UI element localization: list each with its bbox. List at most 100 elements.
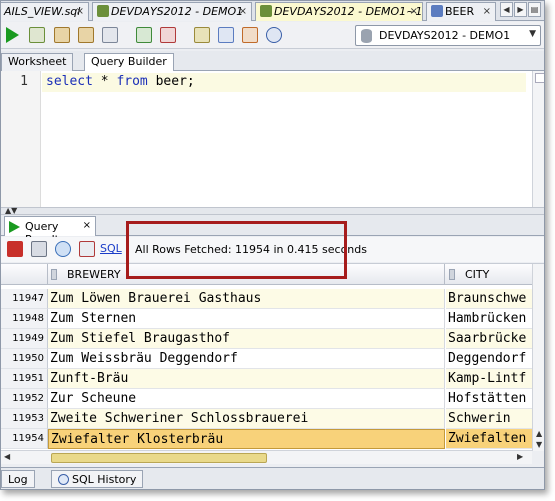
file-tab-label: AILS_VIEW.sql (4, 5, 81, 18)
city-cell[interactable]: Deggendorf (446, 349, 532, 369)
worksheet-toolbar: DEVDAYS2012 - DEMO1 ▼ (1, 22, 544, 49)
keyword-select: select (46, 74, 93, 89)
brewery-cell[interactable]: Zum Löwen Brauerei Gasthaus (48, 289, 445, 309)
scrollbar-thumb[interactable] (51, 453, 267, 463)
table-row-selected[interactable]: 11954 Zwiefalter Klosterbräu Zwiefalten (1, 429, 532, 449)
table-row[interactable]: 11951 Zunft-Bräu Kamp-Lintf (1, 369, 532, 389)
scroll-tabs-left-icon[interactable]: ◀ (500, 2, 513, 17)
cancel-fetch-icon[interactable] (79, 241, 95, 257)
code-star: * (92, 74, 117, 89)
scrollbar-thumb[interactable] (535, 73, 544, 83)
grid-corner[interactable] (1, 264, 48, 285)
tab-worksheet[interactable]: Worksheet (1, 53, 74, 71)
tab-query-result[interactable]: Query Result × (4, 216, 96, 246)
sql-editor[interactable]: 1 select * from beer; (1, 71, 544, 207)
table-row[interactable]: 11950 Zum Weissbräu Deggendorf Deggendor… (1, 349, 532, 369)
city-cell[interactable]: Hofstätten (446, 389, 532, 409)
scroll-tabs-right-icon[interactable]: ▶ (514, 2, 527, 17)
city-cell[interactable]: Saarbrücke (446, 329, 532, 349)
sql-worksheet-icon (260, 5, 272, 17)
close-icon[interactable]: × (410, 3, 418, 20)
brewery-cell[interactable]: Zwiefalter Klosterbräu (48, 429, 445, 449)
city-cell[interactable]: Braunschwe (446, 289, 532, 309)
file-tab-label: DEVDAYS2012 - DEMO1 (111, 5, 244, 18)
row-number: 11949 (1, 329, 48, 349)
brewery-cell[interactable]: Zum Stiefel Braugasthof (48, 329, 445, 349)
close-icon[interactable]: × (483, 3, 491, 20)
city-cell[interactable]: Zwiefalten (446, 429, 532, 449)
editor-scrollbar[interactable] (532, 71, 544, 207)
column-header-city[interactable]: CITY (446, 264, 532, 285)
commit-icon[interactable] (136, 27, 152, 43)
sql-worksheet-icon (97, 5, 109, 17)
scroll-right-icon[interactable]: ▶ (517, 452, 523, 461)
chevron-down-icon: ▼ (529, 29, 536, 39)
column-icon (51, 269, 57, 280)
pane-splitter[interactable]: ▲▼ (1, 206, 544, 215)
connection-label: DEVDAYS2012 - DEMO1 (379, 29, 511, 42)
sql-link[interactable]: SQL (100, 242, 122, 255)
tab-list-icon[interactable]: ▤ (528, 2, 541, 17)
brewery-cell[interactable]: Zunft-Bräu (48, 369, 445, 389)
keyword-from: from (116, 74, 148, 89)
connection-select[interactable]: DEVDAYS2012 - DEMO1 ▼ (355, 25, 541, 46)
sql-history-icon[interactable] (266, 27, 282, 43)
row-number: 11950 (1, 349, 48, 369)
city-cell[interactable]: Hambrücken (446, 309, 532, 329)
unshared-sql-icon[interactable] (194, 27, 210, 43)
rollback-icon[interactable] (160, 27, 176, 43)
close-icon[interactable]: × (83, 220, 91, 231)
table-row[interactable]: 11949 Zum Stiefel Braugasthof Saarbrücke (1, 329, 532, 349)
row-number: 11948 (1, 309, 48, 329)
file-tab-demo1-1[interactable]: DEVDAYS2012 - DEMO1~1 × (255, 2, 423, 21)
file-tab-ails-view[interactable]: AILS_VIEW.sql × (1, 2, 89, 21)
row-number: 11951 (1, 369, 48, 389)
to-upper-lower-icon[interactable] (218, 27, 234, 43)
table-icon (431, 5, 443, 17)
explain-plan-icon[interactable] (78, 27, 94, 43)
grid-horizontal-scrollbar[interactable]: ◀ ▶ (1, 450, 532, 464)
refresh-icon[interactable] (55, 241, 71, 257)
row-number: 11954 (1, 429, 48, 449)
brewery-cell[interactable]: Zur Scheune (48, 389, 445, 409)
code-table: beer; (147, 74, 195, 89)
brewery-cell[interactable]: Zum Weissbräu Deggendorf (48, 349, 445, 369)
file-tab-label: BEER (445, 5, 475, 18)
run-statement-icon[interactable] (6, 27, 22, 43)
sql-code[interactable]: select * from beer; (46, 74, 195, 89)
table-row[interactable]: 11947 Zum Löwen Brauerei Gasthaus Brauns… (1, 289, 532, 309)
worksheet-tab-bar: Worksheet Query Builder (1, 51, 544, 72)
tab-query-builder[interactable]: Query Builder (84, 53, 174, 72)
city-cell[interactable]: Kamp-Lintf (446, 369, 532, 389)
city-cell[interactable]: Schwerin (446, 409, 532, 429)
table-row[interactable]: 11952 Zur Scheune Hofstätten (1, 389, 532, 409)
file-tab-demo1[interactable]: DEVDAYS2012 - DEMO1 × (92, 2, 252, 21)
result-grid[interactable]: BREWERY CITY 11947 Zum Löwen Brauerei Ga… (1, 263, 544, 451)
column-label: CITY (465, 268, 490, 281)
column-label: BREWERY (67, 268, 121, 281)
sql-tuning-icon[interactable] (102, 27, 118, 43)
collapse-arrows-icon[interactable]: ▲▼ (5, 206, 17, 215)
run-script-icon[interactable] (29, 27, 45, 43)
autotrace-icon[interactable] (54, 27, 70, 43)
row-number: 11953 (1, 409, 48, 429)
table-row[interactable]: 11953 Zweite Schweriner Schlossbrauerei … (1, 409, 532, 429)
close-icon[interactable]: × (239, 3, 247, 20)
table-row[interactable]: 11948 Zum Sternen Hambrücken (1, 309, 532, 329)
close-icon[interactable]: × (76, 3, 84, 20)
file-tab-beer[interactable]: BEER × (426, 2, 496, 21)
tab-log[interactable]: Log (1, 470, 35, 488)
database-icon (361, 29, 372, 43)
tab-sql-history[interactable]: SQL History (51, 470, 144, 488)
column-icon (449, 269, 455, 280)
row-number: 11952 (1, 389, 48, 409)
scroll-left-icon[interactable]: ◀ (4, 452, 10, 461)
brewery-cell[interactable]: Zweite Schweriner Schlossbrauerei (48, 409, 445, 429)
scroll-up-icon[interactable]: ▲ (536, 429, 542, 438)
grid-vertical-scrollbar[interactable]: ▲ ▼ (532, 264, 544, 451)
print-icon[interactable] (31, 241, 47, 257)
pin-icon[interactable] (7, 241, 23, 257)
clear-icon[interactable] (242, 27, 258, 43)
brewery-cell[interactable]: Zum Sternen (48, 309, 445, 329)
scroll-down-icon[interactable]: ▼ (536, 440, 542, 449)
